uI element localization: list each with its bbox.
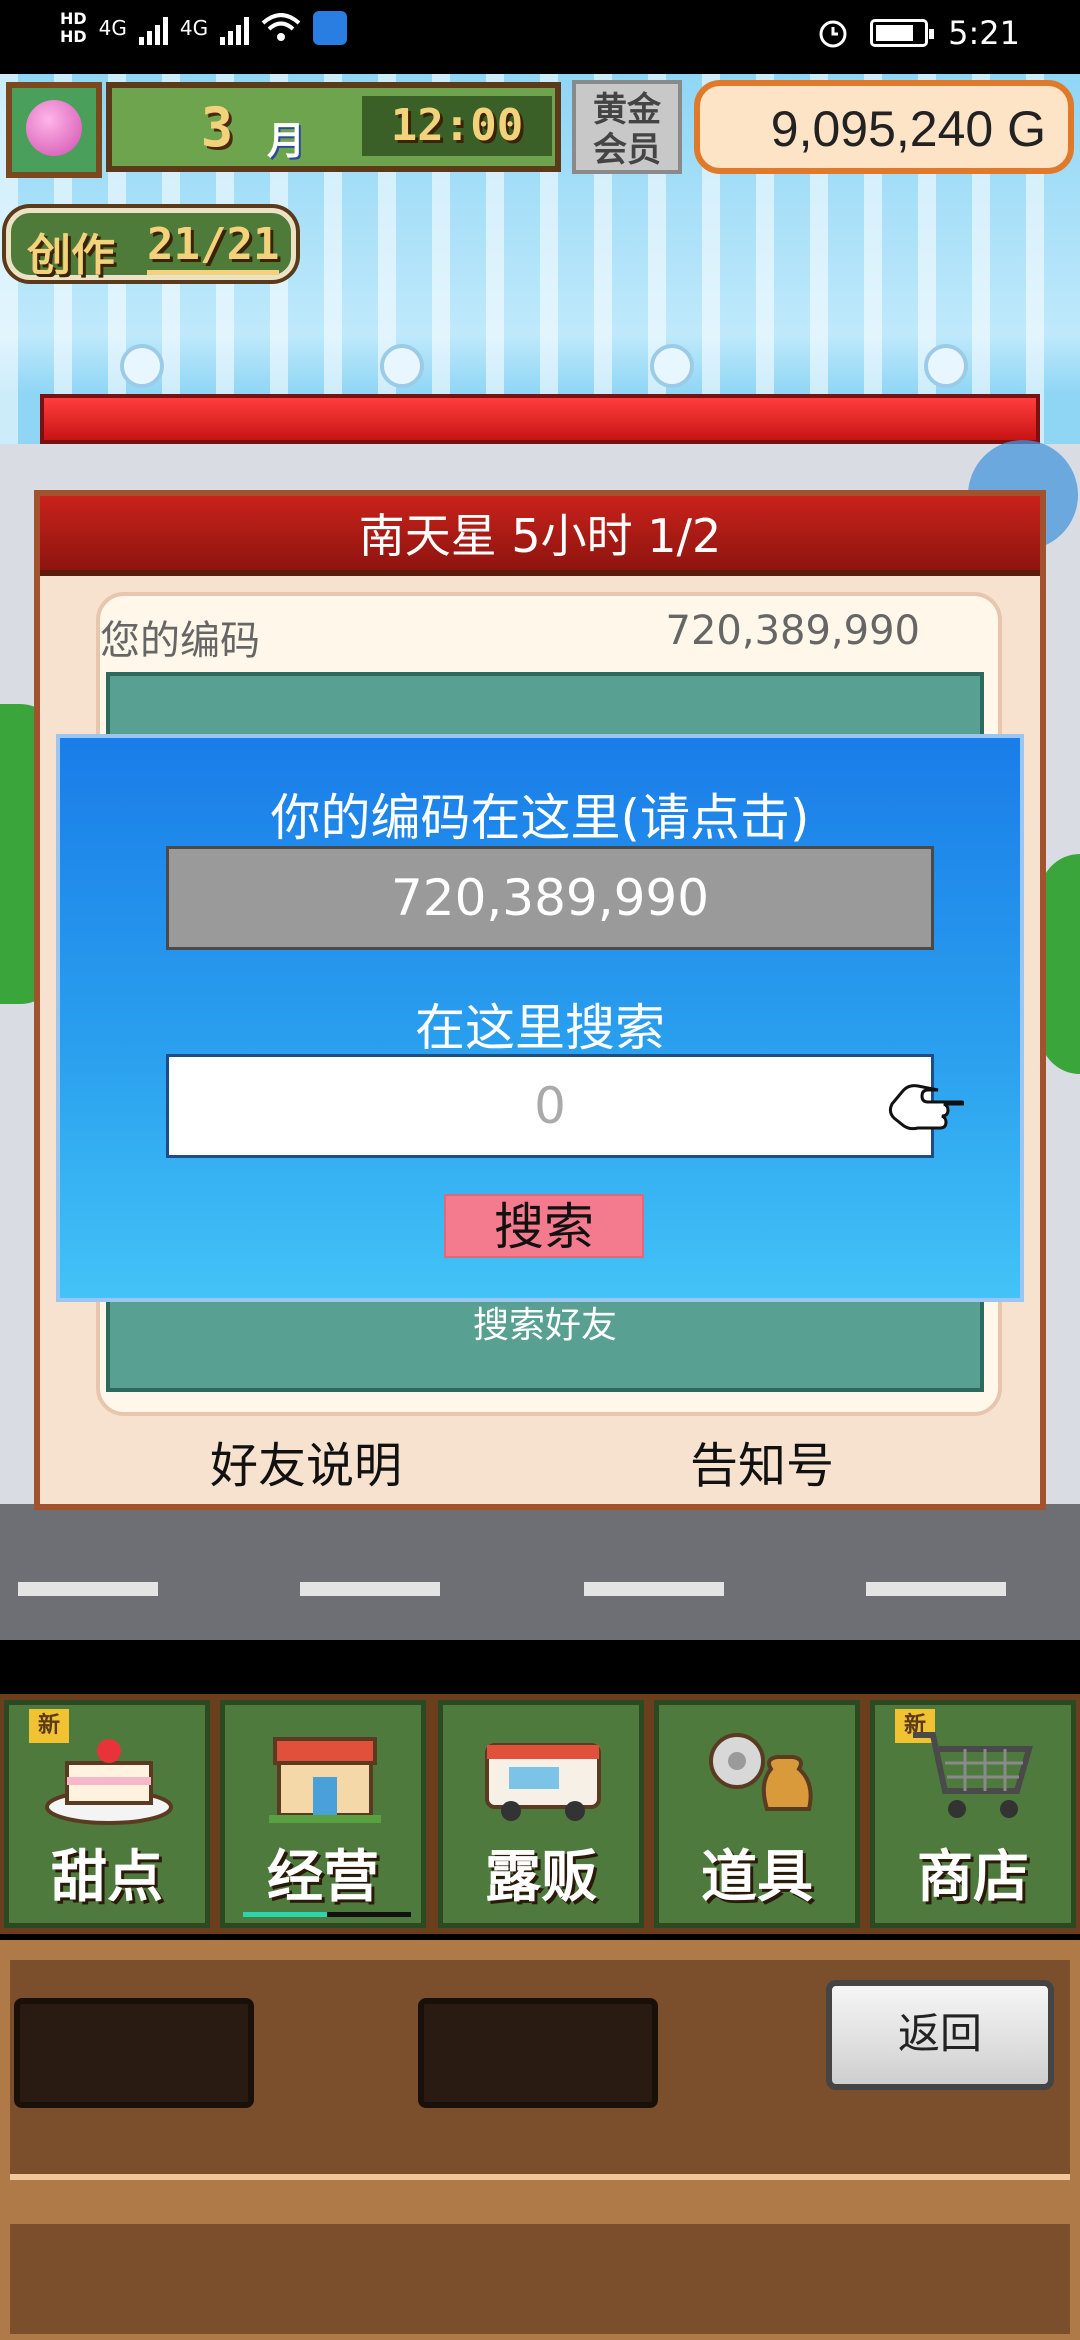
menu-dessert-button[interactable]: 新 甜点 xyxy=(4,1700,210,1928)
create-count: 21/21 xyxy=(147,219,280,275)
alarm-icon xyxy=(819,20,847,48)
signal-bars-2-icon xyxy=(220,11,250,45)
your-code-value: 720,389,990 xyxy=(665,608,920,654)
create-label: 创作 xyxy=(27,230,115,281)
gold-member-line2: 会员 xyxy=(593,130,661,170)
battery-icon xyxy=(870,19,935,47)
date-time-panel: 3 月 12:00 xyxy=(106,82,561,172)
dialog-title: 南天星 5小时 1/2 xyxy=(40,496,1040,576)
active-indicator xyxy=(243,1912,411,1917)
road-dash xyxy=(18,1582,158,1596)
food-truck-icon xyxy=(485,1743,601,1821)
app-notification-icon xyxy=(313,11,348,45)
search-friend-label: 搜索好友 xyxy=(472,1305,617,1346)
menu-manage-button[interactable]: 经营 xyxy=(220,1700,426,1928)
money-display: 9,095,240 G xyxy=(694,80,1074,174)
create-counter[interactable]: 创作 21/21 xyxy=(6,208,296,281)
road-dash xyxy=(866,1582,1006,1596)
gold-member-badge[interactable]: 黄金 会员 xyxy=(572,80,682,174)
cart-icon xyxy=(913,1732,1033,1818)
menu-items-button[interactable]: 道具 xyxy=(654,1700,860,1928)
menu-food-truck-button[interactable]: 露贩 xyxy=(438,1700,644,1928)
items-icon xyxy=(709,1733,813,1811)
empty-slot[interactable] xyxy=(418,1998,658,2108)
road-dash xyxy=(584,1582,724,1596)
friend-info-link[interactable]: 好友说明 xyxy=(210,1426,402,1496)
menu-store-label: 商店 xyxy=(917,1845,1029,1910)
back-button[interactable]: 返回 xyxy=(826,1980,1054,2090)
signal-bars-icon xyxy=(138,11,168,45)
shop-floor: 返回 xyxy=(0,1940,1080,2340)
awning-light xyxy=(380,344,424,388)
avatar-ball-icon xyxy=(26,100,82,156)
shop-icon xyxy=(269,1737,381,1823)
wifi-icon xyxy=(261,13,301,41)
player-avatar[interactable] xyxy=(6,82,102,178)
your-code-copy-box[interactable]: 720,389,990 xyxy=(166,846,934,950)
menu-food-truck-label: 露贩 xyxy=(485,1845,597,1910)
pointing-hand-icon xyxy=(888,1084,964,1131)
shop-awning xyxy=(40,394,1040,444)
your-code-label: 您的编码 xyxy=(100,618,260,664)
menu-manage-label: 经营 xyxy=(267,1845,379,1910)
main-menu: 新 甜点 经营 露贩 道具 新 商店 xyxy=(0,1694,1080,1934)
hd-indicator: HD HD xyxy=(60,10,87,46)
month-number: 3 xyxy=(200,96,234,159)
hd-top: HD xyxy=(60,9,87,28)
signal1-label: 4G xyxy=(98,16,127,40)
status-left: HD HD 4G 4G xyxy=(60,10,348,46)
clock-time: 5:21 xyxy=(948,14,1020,52)
road-dash xyxy=(300,1582,440,1596)
floor-band-lower xyxy=(10,2224,1070,2334)
gold-member-line1: 黄金 xyxy=(593,90,661,130)
menu-dessert-label: 甜点 xyxy=(51,1845,163,1910)
empty-slot[interactable] xyxy=(14,1998,254,2108)
search-button[interactable]: 搜索 xyxy=(444,1194,644,1258)
awning-light xyxy=(650,344,694,388)
awning-light xyxy=(120,344,164,388)
tree-right xyxy=(1040,854,1080,1074)
menu-items-label: 道具 xyxy=(701,1845,813,1910)
cake-icon xyxy=(45,1739,173,1825)
awning-light xyxy=(924,344,968,388)
game-clock: 12:00 xyxy=(362,96,552,156)
bottom-area: 新 甜点 经营 露贩 道具 新 商店 返回 xyxy=(0,1640,1080,2340)
signal2-label: 4G xyxy=(179,16,209,40)
search-input[interactable]: 0 xyxy=(166,1054,934,1158)
month-unit: 月 xyxy=(267,119,306,163)
search-modal: 你的编码在这里(请点击) 720,389,990 在这里搜索 0 搜索 xyxy=(56,734,1024,1302)
modal-title: 你的编码在这里(请点击) xyxy=(270,789,810,847)
status-bar: HD HD 4G 4G 5:21 xyxy=(0,0,1080,74)
search-label: 在这里搜索 xyxy=(415,999,665,1057)
hd-bottom: HD xyxy=(60,27,87,46)
menu-store-button[interactable]: 新 商店 xyxy=(870,1700,1076,1928)
status-right: 5:21 xyxy=(816,14,1020,52)
notice-link[interactable]: 告知号 xyxy=(690,1426,834,1496)
money-amount: 9,095,240 G xyxy=(770,101,1046,157)
